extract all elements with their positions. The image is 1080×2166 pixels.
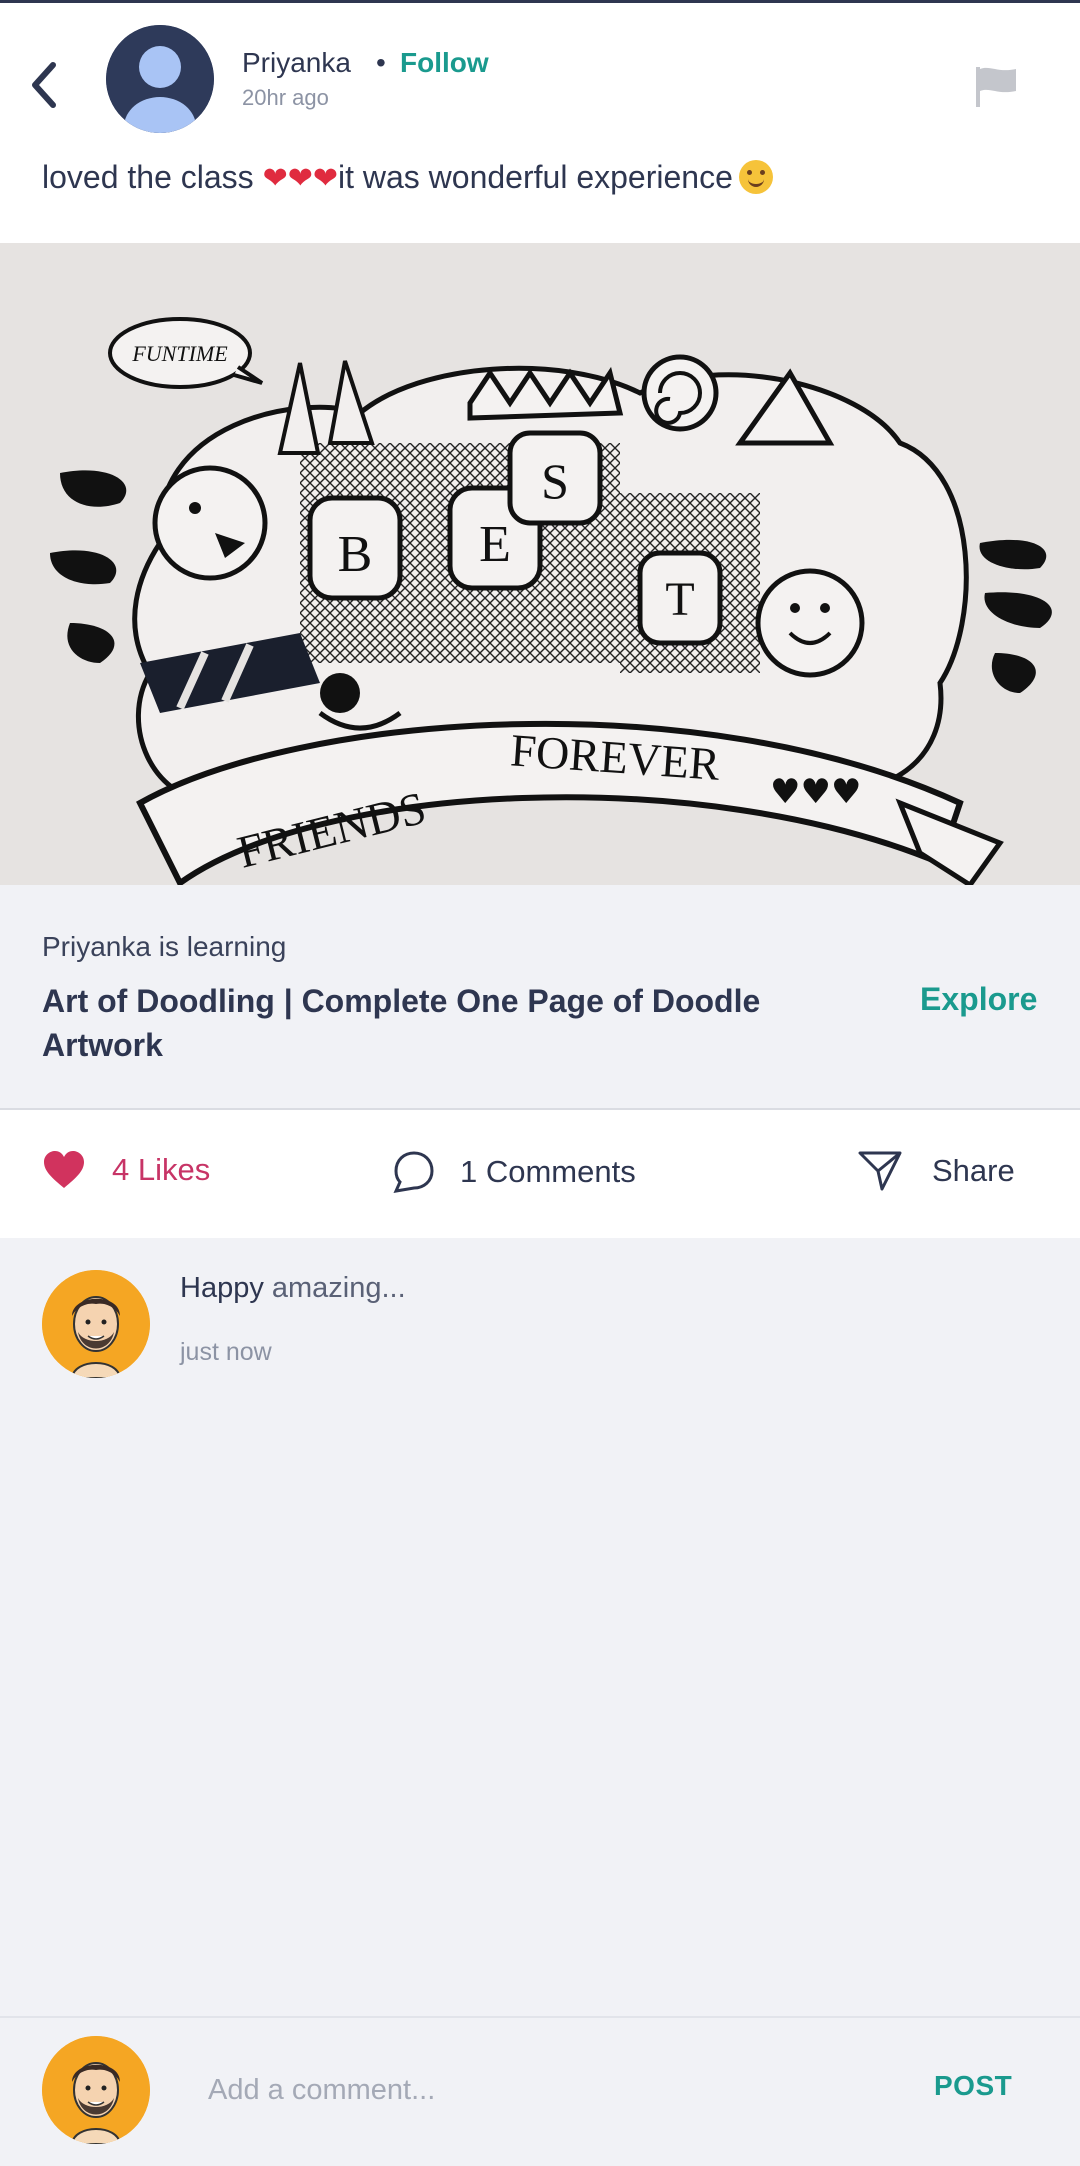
back-button[interactable] — [24, 55, 64, 115]
comment-message: amazing... — [263, 1272, 406, 1304]
user-avatar-icon — [42, 1270, 150, 1378]
back-arrow-icon — [32, 62, 56, 108]
comments-count: 1 Comments — [460, 1154, 636, 1189]
flag-icon — [976, 67, 1016, 107]
comment-body: Happy amazing... — [180, 1272, 406, 1305]
comment-username[interactable]: Happy — [180, 1272, 264, 1304]
tile-letter-t: T — [665, 573, 694, 626]
comment-bubble-icon — [393, 1151, 434, 1193]
tile-letter-s: S — [541, 453, 569, 509]
default-user-icon — [106, 25, 214, 133]
author-avatar[interactable] — [106, 25, 214, 133]
svg-text:♥♥♥: ♥♥♥ — [770, 772, 861, 812]
comment-time: just now — [180, 1338, 272, 1366]
learning-label: Priyanka is learning — [42, 931, 287, 962]
tile-letter-b: B — [338, 526, 373, 583]
follow-button[interactable]: Follow — [400, 47, 489, 79]
post-actions-bar: 4 Likes 1 Comments Share — [0, 1110, 1080, 1238]
post-header: Priyanka • Follow 20hr ago loved the cla… — [0, 3, 1080, 243]
author-name[interactable]: Priyanka — [242, 47, 351, 79]
post-caption: loved the class ❤❤❤it was wonderful expe… — [42, 159, 773, 196]
share-label: Share — [932, 1153, 1015, 1188]
commenter-avatar[interactable] — [42, 1270, 150, 1378]
heart-icon — [44, 1151, 84, 1188]
tile-letter-e: E — [479, 516, 511, 573]
share-button[interactable]: Share — [858, 1150, 1015, 1192]
caption-text-end: it was wonderful experience — [337, 159, 733, 195]
doodle-artwork-image: FUNTIME B E S T FRIENDS FOREVER ♥♥♥ — [0, 243, 1080, 885]
comment-list-item: Happy amazing... just now — [0, 1238, 1080, 1398]
comment-button[interactable]: 1 Comments — [392, 1150, 636, 1194]
post-comment-button[interactable]: POST — [934, 2070, 1012, 2102]
post-image[interactable]: FUNTIME B E S T FRIENDS FOREVER ♥♥♥ — [0, 243, 1080, 885]
send-icon — [858, 1151, 902, 1191]
report-button[interactable] — [972, 63, 1020, 111]
comment-input[interactable] — [206, 2064, 850, 2116]
current-user-avatar — [42, 2036, 150, 2144]
hearts-emoji: ❤❤❤ — [262, 162, 338, 195]
separator-dot: • — [376, 47, 386, 78]
like-button[interactable]: 4 Likes — [42, 1150, 210, 1190]
post-time: 20hr ago — [242, 85, 329, 110]
comment-composer: POST — [0, 2016, 1080, 2166]
smile-emoji-icon — [738, 160, 773, 194]
bubble-text: FUNTIME — [131, 341, 228, 366]
course-card: Priyanka is learning Art of Doodling | C… — [0, 885, 1080, 1110]
user-avatar-icon — [42, 2036, 150, 2144]
explore-button[interactable]: Explore — [920, 981, 1037, 1018]
caption-text-start: loved the class — [42, 159, 263, 195]
course-title[interactable]: Art of Doodling | Complete One Page of D… — [42, 979, 802, 1067]
likes-count: 4 Likes — [112, 1152, 211, 1187]
